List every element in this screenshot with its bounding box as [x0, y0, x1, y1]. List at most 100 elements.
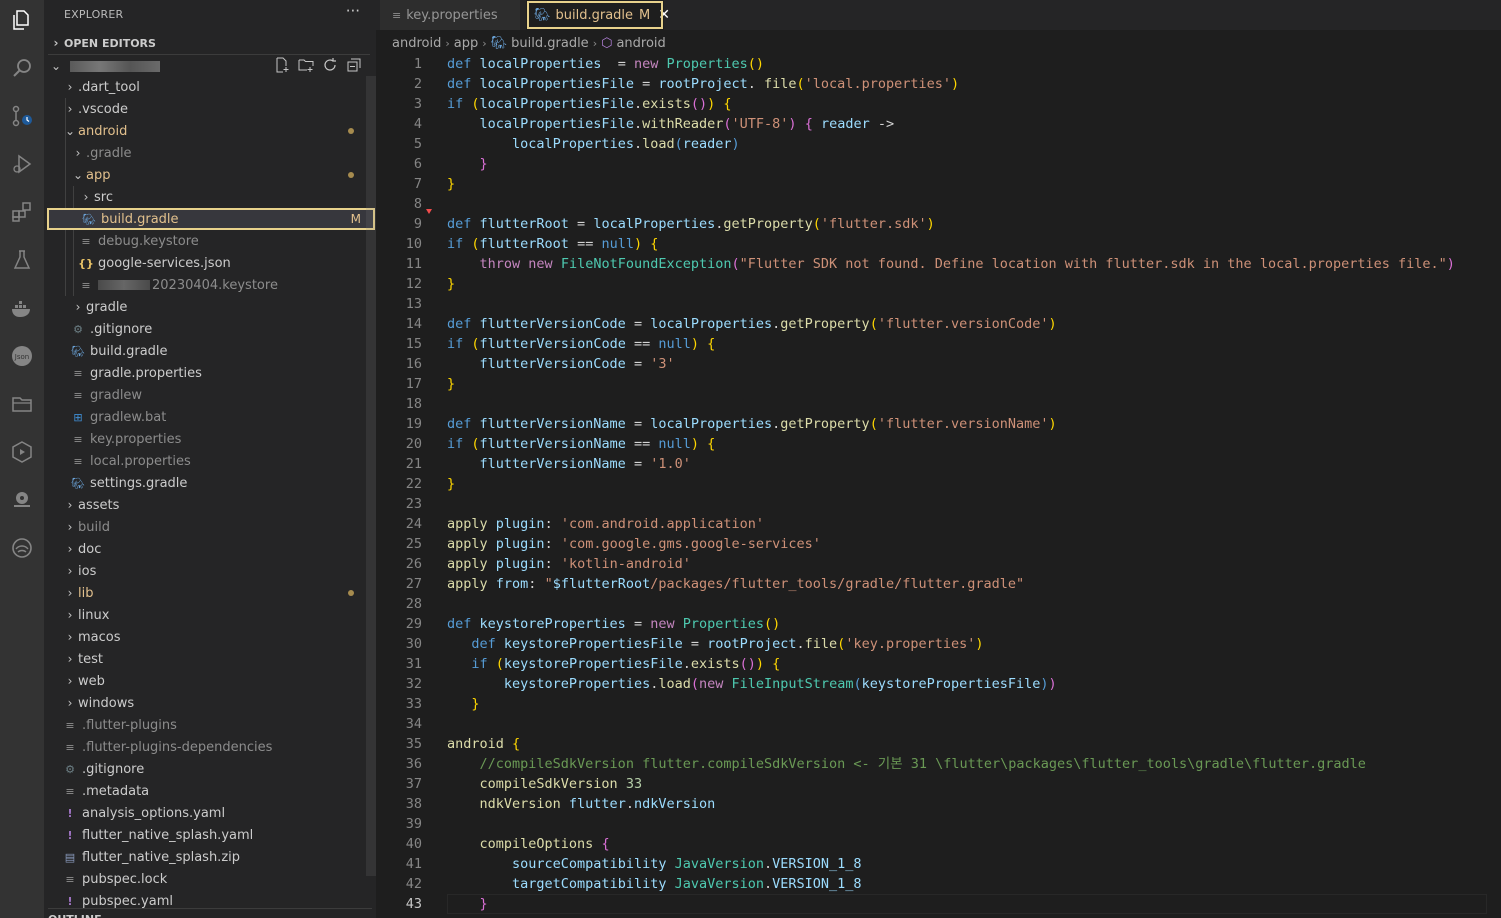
tree-item-label: src	[94, 189, 113, 205]
tree-item-label: local.properties	[90, 453, 191, 469]
tree-item[interactable]: › test	[44, 648, 368, 670]
tree-item[interactable]: › windows	[44, 692, 368, 714]
testing-icon[interactable]	[0, 240, 44, 280]
tree-item[interactable]: 🐘︎ settings.gradle	[44, 472, 368, 494]
tree-item[interactable]: › .gradle	[44, 142, 368, 164]
tree-item[interactable]: › doc	[44, 538, 368, 560]
code-line: sourceCompatibility JavaVersion.VERSION_…	[447, 854, 862, 874]
tree-item-label: debug.keystore	[98, 233, 199, 249]
wave-icon[interactable]	[0, 528, 44, 568]
tree-item[interactable]: ▤ flutter_native_splash.zip	[44, 846, 368, 868]
tree-item[interactable]: ≡ .flutter-plugins	[44, 714, 368, 736]
code-token: localPropertiesFile	[479, 116, 634, 132]
json-icon[interactable]: Json	[0, 336, 44, 376]
tree-item[interactable]: ≡ debug.keystore	[44, 230, 368, 252]
tree-item[interactable]: › linux	[44, 604, 368, 626]
tree-item[interactable]: ≡ key.properties	[44, 428, 368, 450]
new-folder-icon[interactable]	[298, 57, 314, 73]
tree-item-label: pubspec.yaml	[82, 893, 173, 909]
explorer-title: EXPLORER	[64, 8, 124, 21]
code-token: def	[447, 316, 480, 332]
tree-item[interactable]: ≡ 20230404.keystore	[44, 274, 368, 296]
refresh-icon[interactable]	[322, 57, 338, 73]
tree-item[interactable]: › ios	[44, 560, 368, 582]
tree-item[interactable]: › .vscode	[44, 98, 368, 120]
outline-section[interactable]: OUTLINE	[48, 908, 372, 918]
sidebar-scrollbar[interactable]	[366, 76, 376, 876]
svg-text:Json: Json	[14, 353, 29, 361]
deploy-icon[interactable]	[0, 432, 44, 472]
search-icon[interactable]	[0, 48, 44, 88]
tree-item[interactable]: ! analysis_options.yaml	[44, 802, 368, 824]
line-number: 1	[413, 56, 422, 72]
more-actions-button[interactable]: ···	[346, 2, 360, 20]
tree-item[interactable]: › lib	[44, 582, 368, 604]
tree-item-label: pubspec.lock	[82, 871, 168, 887]
tree-item[interactable]: › src	[44, 186, 368, 208]
code-token: =	[682, 636, 708, 652]
code-token: compileSdkVersion	[479, 776, 626, 792]
folder-icon[interactable]	[0, 384, 44, 424]
lines-icon: ≡	[73, 454, 83, 468]
tree-item[interactable]: 🐘︎ build.gradle M	[47, 208, 375, 230]
breadcrumb-item[interactable]: android	[616, 36, 665, 51]
run-debug-icon[interactable]	[0, 144, 44, 184]
tree-item[interactable]: {} google-services.json	[44, 252, 368, 274]
tree-item[interactable]: ⊞ gradlew.bat	[44, 406, 368, 428]
modified-dot	[348, 172, 354, 178]
code-editor[interactable]: 1 def localProperties = new Properties() 2…	[376, 54, 1501, 918]
remote-icon[interactable]	[0, 480, 44, 520]
docker-icon[interactable]	[0, 288, 44, 328]
tree-item[interactable]: ≡ local.properties	[44, 450, 368, 472]
extensions-icon[interactable]	[0, 192, 44, 232]
breadcrumb-item[interactable]: app	[454, 36, 478, 51]
workspace-root-folder[interactable]: ⌄	[48, 54, 370, 77]
source-control-icon[interactable]	[0, 96, 44, 136]
close-icon[interactable]: ✕	[658, 7, 670, 23]
new-file-icon[interactable]	[274, 57, 290, 73]
code-line: }	[447, 474, 455, 494]
tree-item[interactable]: › macos	[44, 626, 368, 648]
tab-build-gradle[interactable]: 🐘︎ build.gradle M ✕	[526, 0, 670, 30]
tree-item[interactable]: ≡ gradlew	[44, 384, 368, 406]
lines-icon: ≡	[65, 740, 75, 754]
gradle-icon: 🐘︎	[71, 344, 85, 358]
tree-item-label: .flutter-plugins-dependencies	[82, 739, 273, 755]
code-line: def localPropertiesFile = rootProject. f…	[447, 74, 959, 94]
code-token: ==	[625, 436, 659, 452]
code-line: def flutterRoot = localProperties.getPro…	[447, 214, 935, 234]
tree-item[interactable]: ≡ gradle.properties	[44, 362, 368, 384]
chevron-right-icon: ›	[67, 80, 73, 94]
tree-item[interactable]: 🐘︎ build.gradle	[44, 340, 368, 362]
tree-item[interactable]: ⌄ android	[44, 120, 368, 142]
tree-item[interactable]: › assets	[44, 494, 368, 516]
tree-item-label: lib	[78, 585, 94, 601]
code-token: (	[853, 676, 862, 692]
open-editors-section[interactable]: › OPEN EDITORS	[48, 33, 156, 53]
tree-item[interactable]: › build	[44, 516, 368, 538]
code-token: ) {	[633, 236, 659, 252]
tree-item[interactable]: › gradle	[44, 296, 368, 318]
breadcrumb-item[interactable]: build.gradle	[511, 36, 589, 51]
tree-item[interactable]: ⚙ .gitignore	[44, 758, 368, 780]
line-number: 23	[405, 496, 422, 512]
code-token: flutterVersionName	[479, 456, 626, 472]
breadcrumb-item[interactable]: android	[392, 36, 441, 51]
tree-item[interactable]: ≡ .flutter-plugins-dependencies	[44, 736, 368, 758]
code-token: compileOptions	[479, 836, 602, 852]
tree-item[interactable]: ≡ pubspec.lock	[44, 868, 368, 890]
tree-item[interactable]: › .dart_tool	[44, 76, 368, 98]
code-line: throw new FileNotFoundException("Flutter…	[447, 254, 1455, 274]
tree-item[interactable]: › web	[44, 670, 368, 692]
tree-item[interactable]: ⚙ .gitignore	[44, 318, 368, 340]
tree-item[interactable]: ≡ .metadata	[44, 780, 368, 802]
code-token: .	[633, 96, 643, 112]
tree-item[interactable]: ! flutter_native_splash.yaml	[44, 824, 368, 846]
code-token: def	[447, 56, 480, 72]
explorer-icon[interactable]	[0, 0, 44, 40]
tab-key-properties[interactable]: ≡ key.properties	[380, 0, 520, 30]
tree-item[interactable]: ⌄ app	[44, 164, 368, 186]
collapse-all-icon[interactable]	[346, 57, 362, 73]
